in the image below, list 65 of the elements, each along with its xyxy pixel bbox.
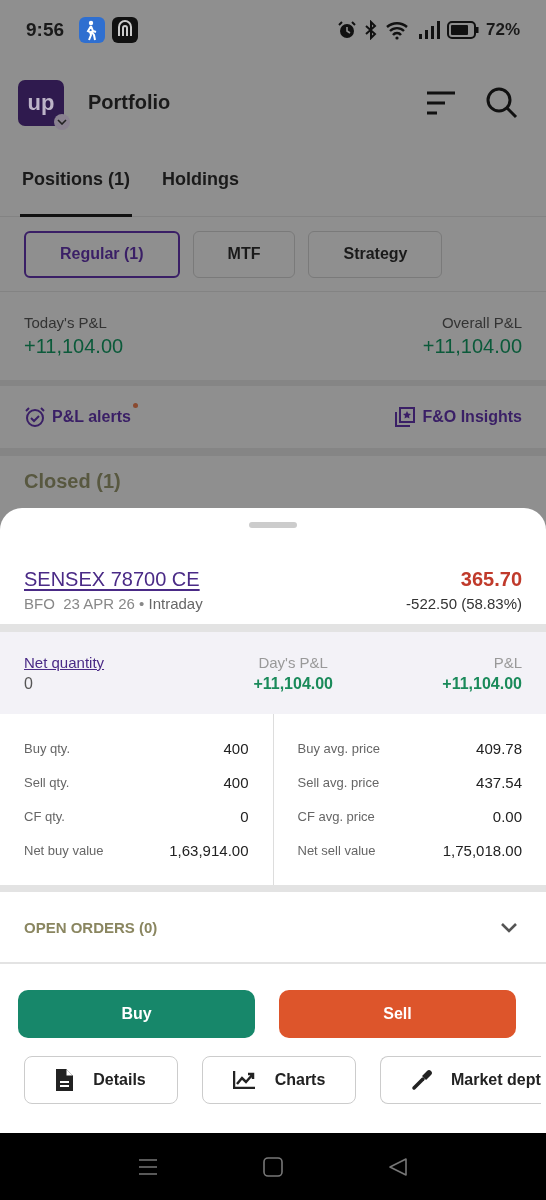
pl-label: Overall P&L	[441, 314, 522, 331]
detail-value: 0.00	[492, 808, 522, 825]
detail-value: 409.78	[476, 740, 522, 757]
chevron-down-icon	[57, 118, 67, 125]
section-title: Closed (1)	[24, 470, 121, 492]
pl-value: +11,104.00	[422, 335, 522, 358]
contract-info: BFO 23 APR 26 • Intraday	[24, 595, 203, 612]
alarm-check-icon	[24, 406, 46, 428]
detail-value: 437.54	[476, 774, 522, 791]
status-time: 9:56	[26, 19, 65, 41]
signal-icon	[417, 20, 440, 40]
net-quantity-value: 0	[24, 674, 34, 693]
dropper-icon	[411, 1069, 433, 1091]
detail-value: 0	[240, 808, 249, 825]
detail-value: 1,75,018.00	[442, 842, 522, 859]
filter-chip[interactable]: Strategy	[308, 230, 443, 278]
trend-chart-icon	[232, 1071, 255, 1089]
pl-label: P&L	[493, 653, 522, 671]
back-icon[interactable]	[388, 1156, 408, 1177]
pl-value: +11,104.00	[24, 335, 124, 358]
buy-button[interactable]: Buy	[18, 990, 255, 1038]
action-button[interactable]: Details	[24, 1056, 178, 1104]
action-button[interactable]: Charts	[202, 1056, 356, 1104]
page-title: Portfolio	[88, 91, 171, 114]
detail-value: 400	[223, 740, 249, 757]
detail-label: Buy avg. price	[297, 741, 380, 756]
price-change: -522.50 (58.83%)	[406, 595, 522, 612]
walking-person-icon	[79, 17, 106, 43]
pl-alerts-link[interactable]: P&L alerts	[24, 406, 131, 428]
symbol-link[interactable]: SENSEX 78700 CE	[24, 568, 203, 591]
detail-label: Buy qty.	[24, 741, 70, 756]
home-icon[interactable]	[263, 1156, 283, 1177]
document-icon	[56, 1069, 74, 1091]
last-price: 365.70	[460, 568, 522, 591]
search-icon[interactable]	[486, 86, 518, 119]
filter-chip[interactable]: MTF	[192, 230, 296, 278]
bluetooth-icon	[363, 20, 378, 40]
days-pl-value: +11,104.00	[253, 674, 333, 693]
pl-label: Today's P&L	[24, 314, 108, 331]
drag-handle[interactable]	[249, 522, 297, 528]
detail-value: 1,63,914.00	[169, 842, 249, 859]
detail-label: Net buy value	[24, 843, 104, 858]
pl-value: +11,104.00	[442, 674, 522, 693]
sell-button[interactable]: Sell	[279, 990, 516, 1038]
detail-label: CF qty.	[24, 809, 65, 824]
insights-link[interactable]: F&O Insights	[394, 406, 522, 428]
action-button[interactable]: Market dept	[380, 1056, 541, 1104]
net-quantity-link[interactable]: Net quantity	[24, 653, 105, 671]
detail-label: CF avg. price	[297, 809, 375, 824]
sort-icon[interactable]	[426, 90, 456, 115]
detail-label: Net sell value	[297, 843, 376, 858]
star-cards-icon	[394, 406, 417, 428]
days-pl-label: Day's P&L	[258, 653, 328, 671]
menu-icon[interactable]	[138, 1157, 158, 1176]
detail-value: 400	[223, 774, 249, 791]
tab[interactable]: Positions (1)	[20, 145, 132, 217]
alarm-icon	[336, 20, 357, 40]
battery-icon	[446, 21, 479, 39]
detail-label: Sell avg. price	[297, 775, 380, 790]
battery-percent: 72%	[485, 20, 520, 40]
app-logo[interactable]: up	[18, 79, 64, 126]
detail-label: Sell qty.	[24, 775, 70, 790]
app-icon	[112, 17, 139, 43]
filter-chip[interactable]: Regular (1)	[24, 230, 180, 278]
tab[interactable]: Holdings	[160, 145, 241, 217]
